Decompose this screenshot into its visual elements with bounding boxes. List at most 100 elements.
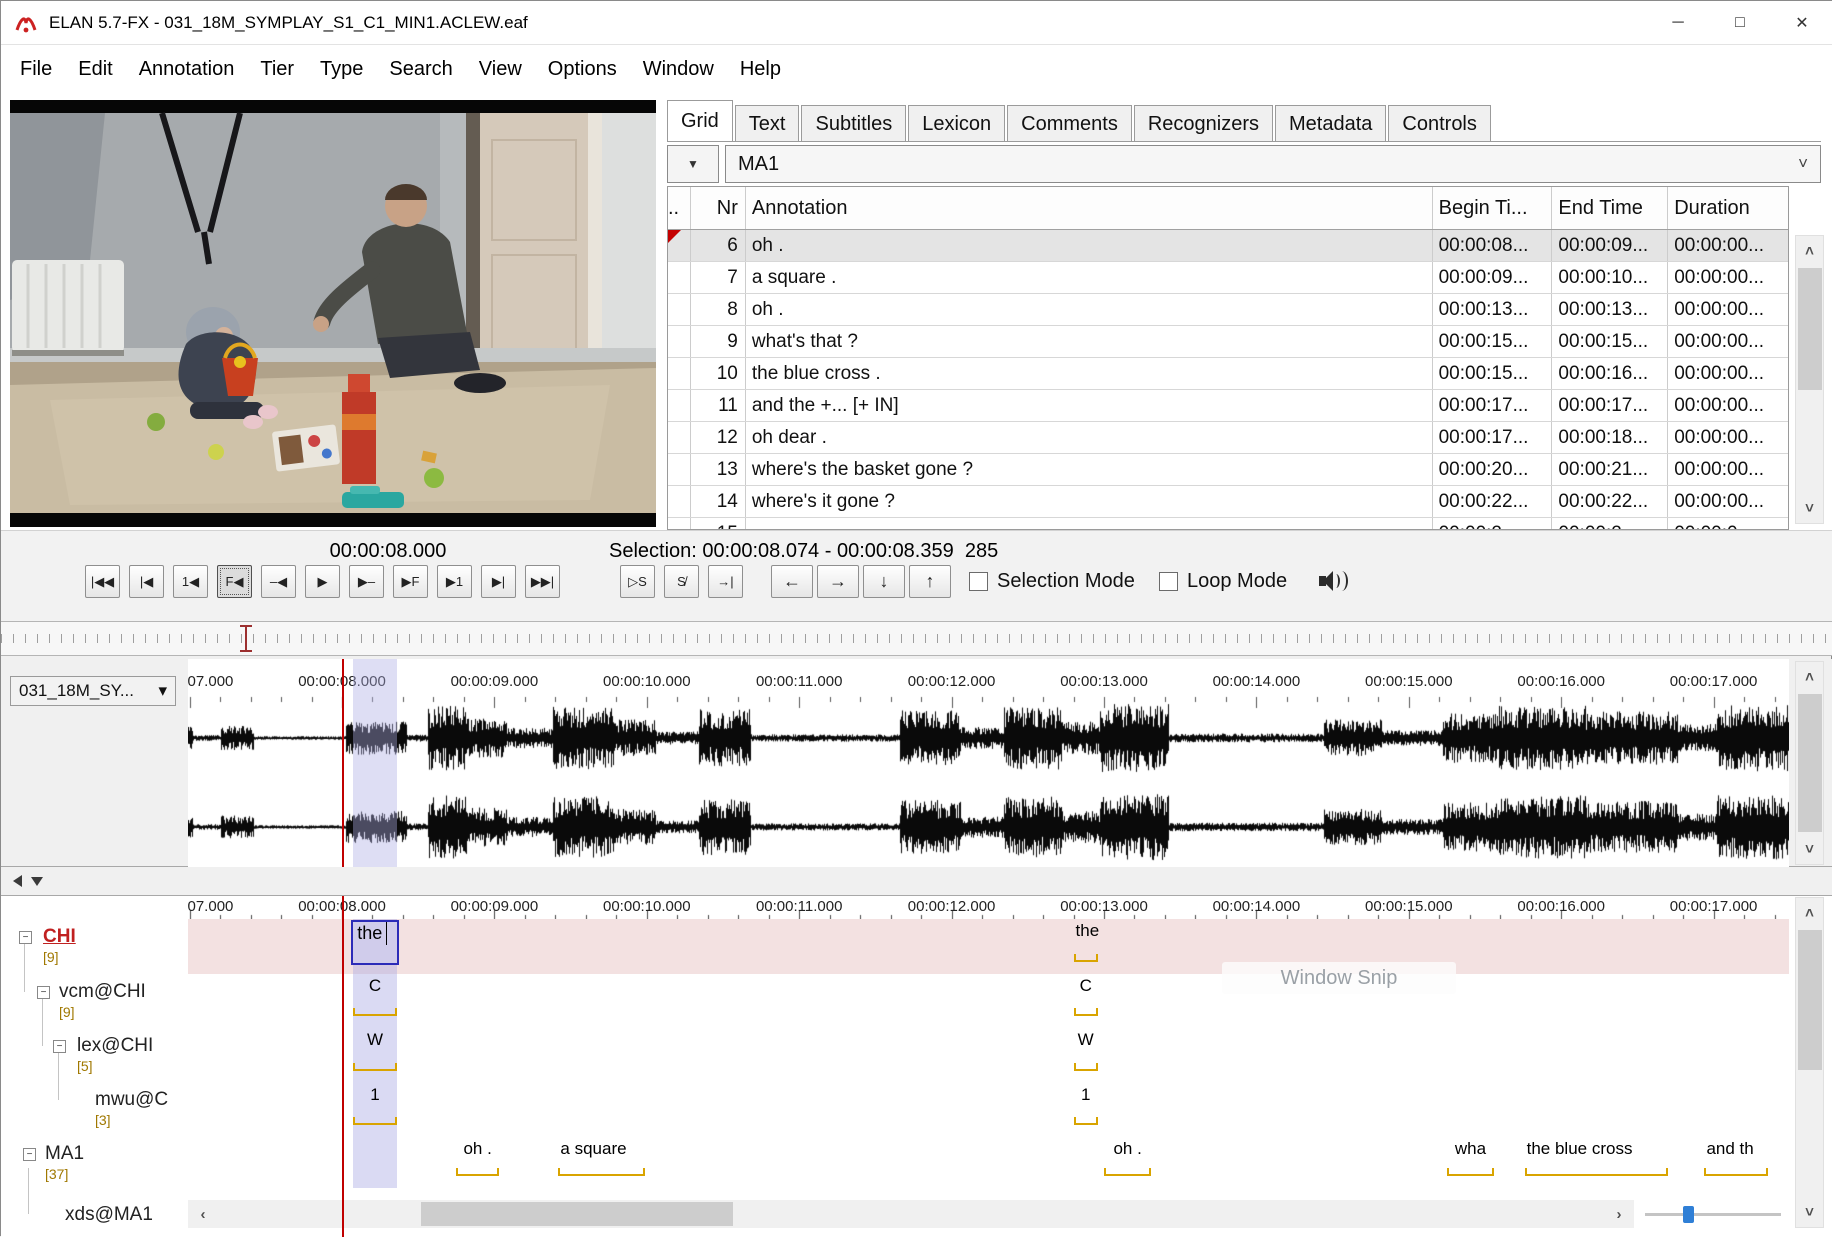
grid-row[interactable]: 13where's the basket gone ?00:00:20...00… xyxy=(668,454,1788,486)
menu-window[interactable]: Window xyxy=(630,46,727,92)
selection-mode-checkbox[interactable] xyxy=(969,572,988,591)
tree-collapse-icon[interactable]: − xyxy=(19,931,32,944)
scroll-up-icon[interactable]: ˄ xyxy=(1796,236,1823,266)
go-to-previous-scrollview-button[interactable]: |◀ xyxy=(129,565,164,598)
annotation-block[interactable]: the blue cross xyxy=(1525,1139,1668,1176)
crosshair-to-selection-button[interactable]: →| xyxy=(708,565,743,598)
grid-scrollbar-thumb[interactable] xyxy=(1798,268,1822,390)
menu-tier[interactable]: Tier xyxy=(247,46,307,92)
annotation-block[interactable]: and th xyxy=(1704,1139,1768,1176)
next-annotation-button[interactable]: → xyxy=(817,565,859,598)
split-handle[interactable] xyxy=(1,867,1832,895)
minimize-button[interactable]: ─ xyxy=(1647,1,1709,45)
annotation-block[interactable]: C xyxy=(353,976,396,1016)
pixel-left-button[interactable]: –◀ xyxy=(261,565,296,598)
timeline-scrollbar-thumb[interactable] xyxy=(421,1202,733,1226)
timeline-horizontal-scrollbar[interactable]: ‹ › xyxy=(188,1200,1634,1228)
loop-mode-checkbox[interactable] xyxy=(1159,572,1178,591)
annotation-down-button[interactable]: ↓ xyxy=(863,565,905,598)
grid-row[interactable]: 8oh .00:00:13...00:00:13...00:00:00... xyxy=(668,294,1788,326)
grid-row[interactable]: 14where's it gone ?00:00:22...00:00:22..… xyxy=(668,486,1788,518)
tier-scrollbar[interactable]: ˄ ˅ xyxy=(1795,897,1824,1228)
tier-name-lex-chi[interactable]: lex@CHI xyxy=(77,1035,153,1057)
scroll-up-icon[interactable]: ˄ xyxy=(1796,662,1823,692)
tree-collapse-icon[interactable]: − xyxy=(23,1148,36,1161)
grid-row[interactable]: 7a square .00:00:09...00:00:10...00:00:0… xyxy=(668,262,1788,294)
menu-options[interactable]: Options xyxy=(535,46,630,92)
zoom-slider-thumb[interactable] xyxy=(1683,1206,1694,1223)
next-frame-button[interactable]: ▶F xyxy=(393,565,428,598)
tab-grid[interactable]: Grid xyxy=(667,100,733,141)
zoom-slider[interactable] xyxy=(1645,1205,1781,1223)
grid-column-header[interactable]: .. xyxy=(668,187,691,229)
go-to-end-button[interactable]: ▶▶| xyxy=(525,565,560,598)
menu-help[interactable]: Help xyxy=(727,46,794,92)
second-left-button[interactable]: 1◀ xyxy=(173,565,208,598)
annotation-block[interactable]: 1 xyxy=(1074,1085,1098,1125)
pixel-right-button[interactable]: ▶– xyxy=(349,565,384,598)
waveform-scrollbar[interactable]: ˄ ˅ xyxy=(1795,661,1824,865)
annotation-block[interactable]: a square xyxy=(558,1139,645,1176)
scroll-right-icon[interactable]: › xyxy=(1604,1200,1634,1228)
media-position-marker[interactable] xyxy=(240,625,252,652)
grid-row[interactable]: 1500:00:2...00:00:2...00:00:0... xyxy=(668,518,1788,530)
tier-name-mwu-c[interactable]: mwu@C xyxy=(95,1089,168,1111)
grid-column-header[interactable]: Begin Ti... xyxy=(1433,187,1553,229)
tab-recognizers[interactable]: Recognizers xyxy=(1134,105,1273,141)
scroll-down-icon[interactable]: ˅ xyxy=(1796,834,1823,864)
scroll-left-icon[interactable]: ‹ xyxy=(188,1200,218,1228)
annotation-block[interactable]: W xyxy=(1074,1030,1098,1071)
annotation-block[interactable]: the xyxy=(1074,921,1098,962)
tier-panel[interactable]: 00:00:07.00000:00:08.00000:00:09.00000:0… xyxy=(1,895,1832,1237)
annotation-block[interactable]: W xyxy=(353,1030,396,1071)
play-pause-button[interactable]: ▶ xyxy=(305,565,340,598)
annotation-block[interactable]: oh . xyxy=(1104,1139,1151,1176)
tab-metadata[interactable]: Metadata xyxy=(1275,105,1386,141)
annotation-selected[interactable]: the xyxy=(351,920,398,965)
previous-frame-button[interactable]: F◀ xyxy=(217,565,252,598)
video-player[interactable] xyxy=(10,100,656,527)
scroll-down-icon[interactable]: ˅ xyxy=(1796,1197,1823,1227)
scroll-up-icon[interactable]: ˄ xyxy=(1796,898,1823,928)
tab-subtitles[interactable]: Subtitles xyxy=(801,105,906,141)
collapse-left-icon[interactable] xyxy=(13,875,22,887)
annotation-block[interactable]: 1 xyxy=(353,1085,396,1125)
second-right-button[interactable]: ▶1 xyxy=(437,565,472,598)
grid-row[interactable]: 12oh dear .00:00:17...00:00:18...00:00:0… xyxy=(668,422,1788,454)
go-to-begin-button[interactable]: |◀◀ xyxy=(85,565,120,598)
menu-edit[interactable]: Edit xyxy=(65,46,125,92)
previous-annotation-button[interactable]: ← xyxy=(771,565,813,598)
close-button[interactable]: ✕ xyxy=(1771,1,1832,45)
waveform-playhead[interactable] xyxy=(342,659,344,867)
menu-search[interactable]: Search xyxy=(376,46,465,92)
grid-mode-dropdown[interactable]: ▼ xyxy=(667,145,719,183)
tree-collapse-icon[interactable]: − xyxy=(37,986,50,999)
waveform-scrollbar-thumb[interactable] xyxy=(1798,694,1822,832)
tab-comments[interactable]: Comments xyxy=(1007,105,1132,141)
grid-row[interactable]: 9what's that ?00:00:15...00:00:15...00:0… xyxy=(668,326,1788,358)
annotation-up-button[interactable]: ↑ xyxy=(909,565,951,598)
waveform-view[interactable]: 00:00:07.00000:00:08.00000:00:09.00000:0… xyxy=(188,659,1789,867)
go-to-next-scrollview-button[interactable]: ▶| xyxy=(481,565,516,598)
tab-controls[interactable]: Controls xyxy=(1388,105,1490,141)
tier-name-xds-ma1[interactable]: xds@MA1 xyxy=(65,1204,153,1226)
tier-name-chi[interactable]: CHI xyxy=(43,926,76,948)
grid-column-header[interactable]: Nr xyxy=(691,187,746,229)
grid-column-header[interactable]: Annotation xyxy=(746,187,1433,229)
play-selection-button[interactable]: ▷S xyxy=(620,565,655,598)
menu-type[interactable]: Type xyxy=(307,46,376,92)
tree-collapse-icon[interactable]: − xyxy=(53,1040,66,1053)
media-position-slider[interactable] xyxy=(1,621,1832,656)
grid-column-header[interactable]: Duration xyxy=(1668,187,1788,229)
annotation-block[interactable]: oh . xyxy=(456,1139,499,1176)
menu-file[interactable]: File xyxy=(7,46,65,92)
annotation-block[interactable]: C xyxy=(1074,976,1098,1016)
grid-scrollbar[interactable]: ˄ ˅ xyxy=(1795,235,1824,524)
grid-row[interactable]: 11and the +... [+ IN]00:00:17...00:00:17… xyxy=(668,390,1788,422)
tier-name-ma1[interactable]: MA1 xyxy=(45,1143,84,1165)
maximize-button[interactable]: □ xyxy=(1709,1,1771,45)
media-selector[interactable]: 031_18M_SY... ▾ xyxy=(10,676,176,706)
grid-row[interactable]: 6oh .00:00:08...00:00:09...00:00:00... xyxy=(668,230,1788,262)
clear-selection-button[interactable]: S̸ xyxy=(664,565,699,598)
menu-view[interactable]: View xyxy=(466,46,535,92)
